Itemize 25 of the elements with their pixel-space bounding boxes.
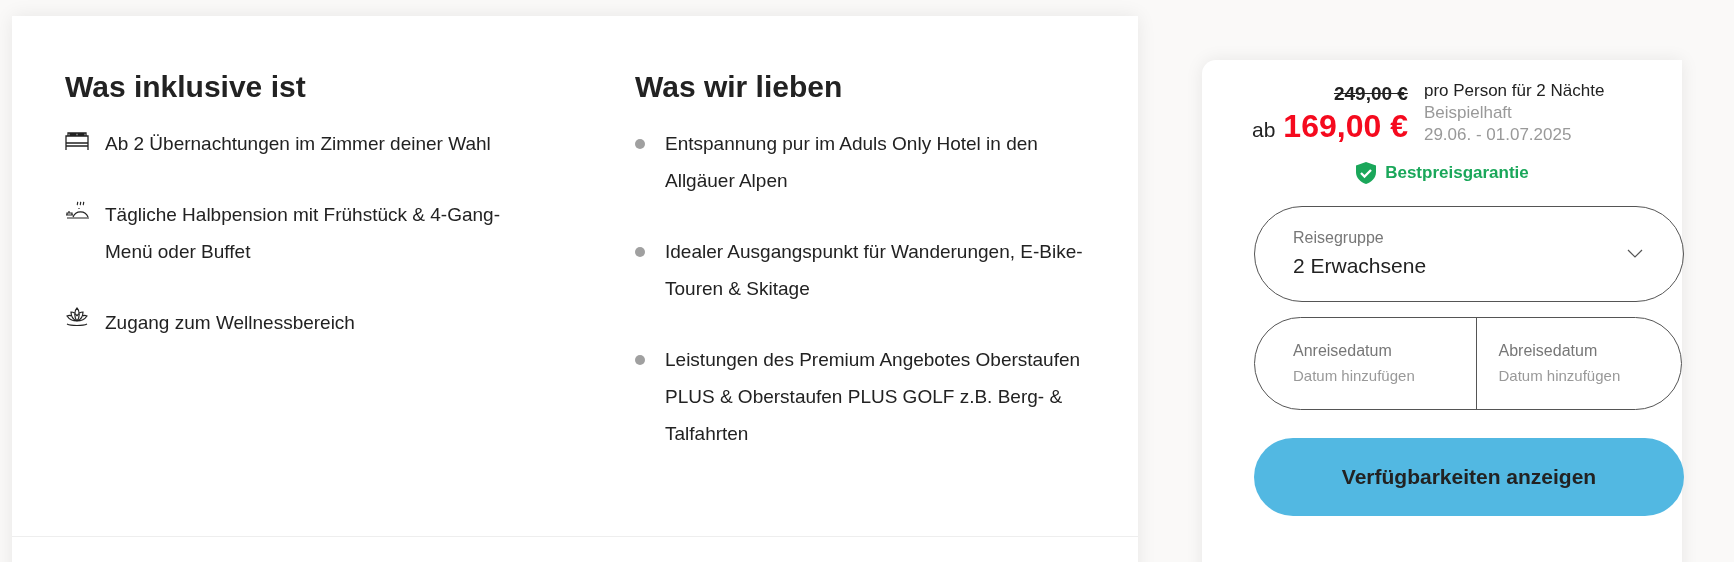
price: 169,00 €	[1283, 108, 1408, 143]
feature-text: Tägliche Halbpension mit Frühstück & 4-Gang-Menü oder Buffet	[105, 203, 501, 264]
price-note: Beispielhaft	[1423, 102, 1513, 124]
guarantee-label: Bestpreisgarantie	[1385, 162, 1529, 184]
chevron-down-icon	[1627, 249, 1643, 258]
bullet-icon	[635, 355, 645, 365]
old-price: 249,00 €	[1333, 82, 1408, 106]
show-availability-button[interactable]: Verfügbarkeiten anzeigen	[1254, 437, 1684, 516]
highlight-text: Leistungen des Premium Angebotes Oberstaufen PLUS & Oberstaufen PLUS GOLF z.B. Berg- & Talfahrten	[665, 348, 1082, 446]
price-prefix: ab	[1252, 116, 1276, 143]
shield-check-icon	[1355, 160, 1378, 185]
field-label: Reisegruppe	[1293, 227, 1385, 248]
section-heading: Was wir lieben	[635, 69, 844, 105]
highlight-text: Entspannung pur im Aduls Only Hotel in den Allgäuer Alpen	[665, 132, 1039, 193]
highlight-text: Idealer Ausgangspunkt für Wanderungen, E-Bike-Touren & Skitage	[665, 240, 1084, 301]
feature-text: Zugang zum Wellnessbereich	[105, 311, 356, 335]
bullet-icon	[635, 139, 645, 149]
bullet-icon	[635, 247, 645, 257]
lotus-icon	[65, 306, 89, 328]
field-value: 2 Erwachsene	[1293, 252, 1427, 279]
price-basis: pro Person für 2 Nächte	[1423, 80, 1605, 102]
section-heading: Was inklusive ist	[65, 69, 307, 105]
bed-icon	[65, 131, 89, 151]
feature-text: Ab 2 Übernachtungen im Zimmer deiner Wahl	[105, 132, 492, 156]
date-range: 29.06. - 01.07.2025	[1423, 124, 1573, 146]
